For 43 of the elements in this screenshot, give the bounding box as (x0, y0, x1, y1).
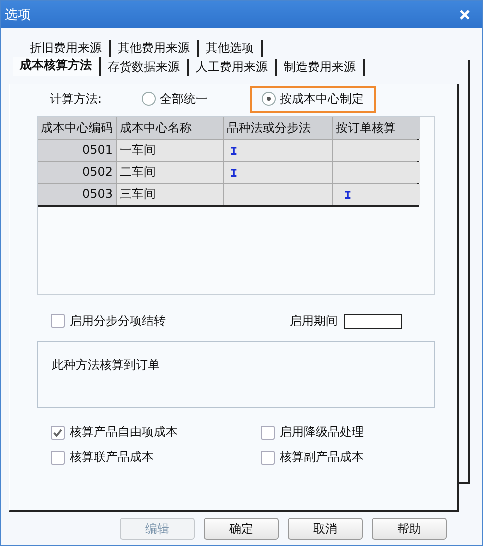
column-header: 成本中心编码 (38, 117, 116, 139)
radio-label: 全部统一 (160, 90, 208, 108)
table-cell[interactable] (224, 184, 332, 205)
checkbox-option[interactable]: 核算副产品成本 (261, 449, 431, 466)
table-cell[interactable] (333, 184, 420, 205)
table-cell: 0501 (38, 140, 116, 161)
checkbox-option[interactable]: 核算产品自由项成本 (51, 424, 261, 441)
dialog-button[interactable]: 确定 (204, 518, 279, 540)
checkbox-option[interactable]: 核算联产品成本 (51, 449, 261, 466)
checkbox[interactable] (261, 450, 275, 464)
radio-label: 按成本中心制定 (280, 90, 364, 108)
table-cell: 0503 (38, 184, 116, 205)
window-title: 选项 (5, 6, 31, 24)
dialog-button[interactable]: 取消 (288, 518, 363, 540)
table-cell[interactable] (224, 162, 332, 183)
column-header: 成本中心名称 (117, 117, 223, 139)
close-icon[interactable] (460, 10, 470, 20)
description-text: 此种方法核算到订单 (52, 358, 160, 372)
period-field[interactable] (344, 314, 402, 328)
checkbox[interactable] (51, 314, 65, 328)
table-cell: 二车间 (117, 162, 223, 183)
tab[interactable]: 成本核算方法 (13, 57, 101, 76)
table-cell[interactable] (333, 162, 420, 183)
checkbox[interactable] (51, 450, 65, 464)
calc-method-label: 计算方法: (50, 90, 104, 108)
checkbox[interactable] (51, 426, 65, 440)
marker-icon (231, 146, 237, 154)
column-header: 按订单核算 (333, 117, 420, 139)
dialog-button[interactable]: 帮助 (372, 518, 447, 540)
radio-button[interactable] (142, 92, 156, 106)
checkbox[interactable] (261, 426, 275, 440)
table-cell: 一车间 (117, 140, 223, 161)
table-cell: 三车间 (117, 184, 223, 205)
radio-button[interactable] (262, 92, 276, 106)
table-cell[interactable] (333, 140, 420, 161)
period-label: 启用期间 (290, 312, 338, 330)
table-cell[interactable] (224, 140, 332, 161)
table-cell: 0502 (38, 162, 116, 183)
marker-icon (345, 190, 351, 198)
column-header: 品种法或分步法 (224, 117, 332, 139)
checkbox-option[interactable]: 启用分步分项结转 (51, 312, 166, 330)
marker-icon (231, 168, 237, 176)
checkbox-option[interactable]: 启用降级品处理 (261, 424, 431, 441)
